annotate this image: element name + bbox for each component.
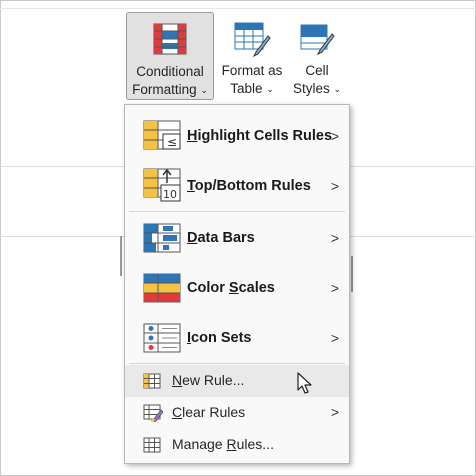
format-as-table-button[interactable]: Format as Table ⌄ bbox=[218, 12, 286, 100]
conditional-formatting-label-2: Formatting bbox=[132, 82, 197, 97]
ribbon-top-edge bbox=[0, 0, 476, 12]
gridline bbox=[351, 256, 353, 292]
chevron-down-icon: ⌄ bbox=[266, 84, 274, 94]
data-bars-icon bbox=[143, 223, 183, 260]
menu-item-highlight-cells-rules[interactable]: ≤ Highlight Cells Rules > bbox=[125, 111, 349, 161]
mouse-cursor-icon bbox=[297, 372, 315, 401]
menu-item-color-scales[interactable]: Color Scales > bbox=[125, 263, 349, 313]
conditional-formatting-menu: ≤ Highlight Cells Rules > 10 Top/Bottom … bbox=[124, 104, 350, 464]
cell-styles-label-1: Cell bbox=[305, 63, 329, 78]
format-as-table-label-1: Format as bbox=[221, 63, 283, 78]
submenu-arrow-icon: > bbox=[330, 404, 339, 420]
new-rule-icon bbox=[143, 373, 161, 394]
format-as-table-icon bbox=[234, 22, 272, 63]
submenu-arrow-icon: > bbox=[330, 128, 339, 144]
top-bottom-number: 10 bbox=[163, 188, 177, 201]
cell-styles-label-2: Styles bbox=[292, 81, 330, 96]
cell-styles-icon bbox=[300, 22, 336, 63]
cell-styles-button[interactable]: Cell Styles ⌄ bbox=[288, 12, 346, 100]
chevron-down-icon: ⌄ bbox=[200, 85, 208, 95]
clear-rules-icon bbox=[143, 404, 164, 427]
submenu-arrow-icon: > bbox=[330, 330, 339, 346]
submenu-arrow-icon: > bbox=[330, 230, 339, 246]
chevron-down-icon: ⌄ bbox=[333, 84, 342, 94]
gridline bbox=[0, 236, 124, 237]
gridline bbox=[120, 236, 122, 276]
menu-item-data-bars[interactable]: Data Bars > bbox=[125, 213, 349, 263]
format-as-table-label-2: Table bbox=[230, 81, 263, 96]
submenu-arrow-icon: > bbox=[330, 280, 339, 296]
manage-rules-icon bbox=[143, 437, 161, 458]
menu-item-new-rule[interactable]: New Rule... bbox=[125, 365, 349, 397]
conditional-formatting-button[interactable]: Conditional Formatting ⌄ bbox=[126, 12, 214, 100]
menu-item-clear-rules[interactable]: Clear Rules > bbox=[125, 397, 349, 429]
icon-sets-icon bbox=[143, 323, 183, 360]
submenu-arrow-icon: > bbox=[330, 178, 339, 194]
menu-item-manage-rules[interactable]: Manage Rules... bbox=[125, 429, 349, 461]
conditional-formatting-icon bbox=[153, 23, 187, 60]
gridline bbox=[350, 166, 476, 167]
gridline bbox=[350, 236, 476, 237]
color-scales-icon bbox=[143, 273, 183, 310]
highlight-cells-icon: ≤ bbox=[143, 120, 183, 157]
conditional-formatting-label-1: Conditional bbox=[136, 64, 204, 79]
menu-item-top-bottom-rules[interactable]: 10 Top/Bottom Rules > bbox=[125, 161, 349, 211]
menu-separator bbox=[129, 211, 345, 212]
menu-item-icon-sets[interactable]: Icon Sets > bbox=[125, 313, 349, 363]
svg-text:≤: ≤ bbox=[167, 135, 177, 149]
menu-separator bbox=[129, 363, 345, 364]
top-bottom-icon: 10 bbox=[143, 167, 183, 208]
gridline bbox=[0, 166, 124, 167]
